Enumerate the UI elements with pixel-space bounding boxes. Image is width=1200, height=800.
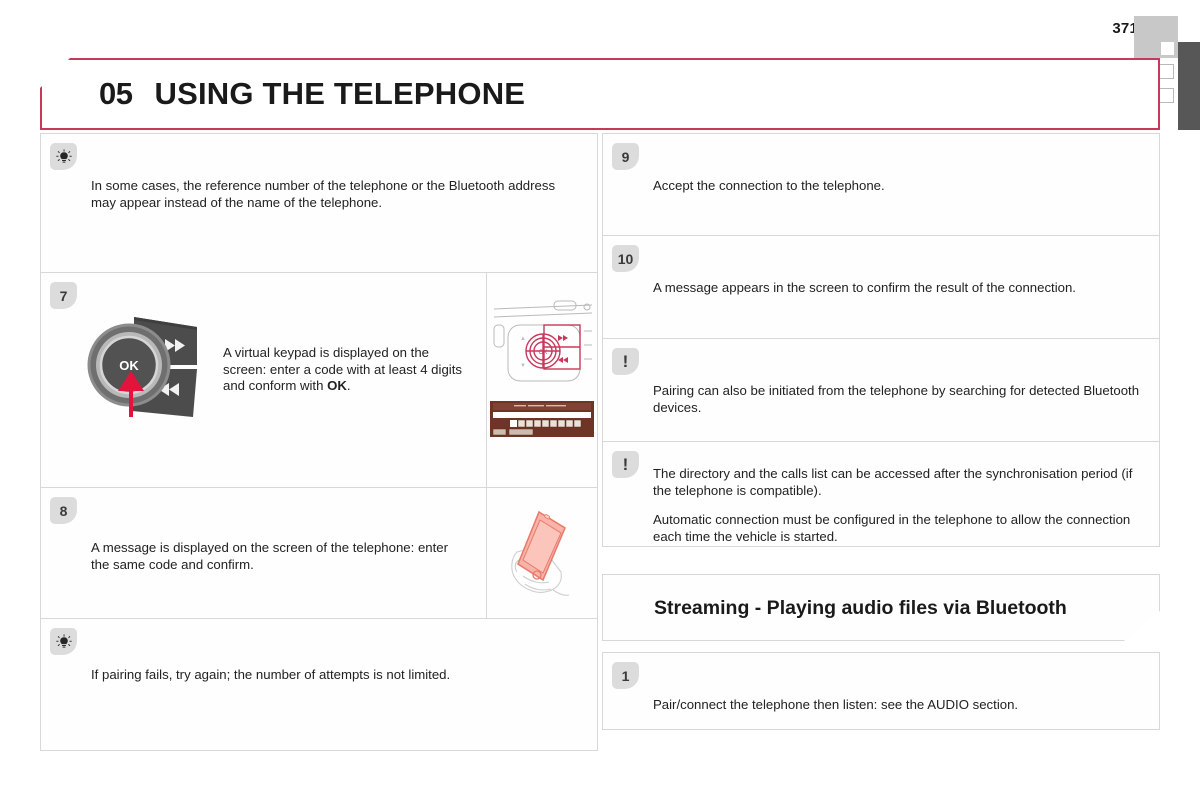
paragraph-tail: . [346,378,351,393]
radio-fascia-controls-illustration: OK ▲ ▼ [492,295,594,392]
hand-holding-telephone-illustration [505,506,583,607]
warning-card-directory-sync: ! The directory and the calls list can b… [602,442,1160,547]
paragraph: A message is displayed on the screen of … [91,540,449,572]
paragraph: Pairing can also be initiated from the t… [653,383,1140,415]
text-block: In some cases, the reference number of t… [41,134,597,231]
card-body: A message is displayed on the screen of … [41,488,597,619]
left-content-column: In some cases, the reference number of t… [40,133,598,751]
card-text: A message is displayed on the screen of … [41,488,486,619]
svg-text:▲: ▲ [520,336,526,342]
text-block: A message appears in the screen to confi… [603,236,1159,317]
card-body: Pair/connect the telephone then listen: … [603,653,1159,734]
paragraph: If pairing fails, try again; the number … [91,667,451,682]
step-card-10: 10 A message appears in the screen to co… [602,236,1160,339]
page-tab-marker-inner [1161,42,1174,55]
steering-control-ok-button-illustration: OK [87,313,213,426]
chapter-header-banner: 05 USING THE TELEPHONE [40,58,1160,130]
card-body: Pairing can also be initiated from the t… [603,339,1159,436]
paragraph-bold: OK [327,378,347,393]
step-card-streaming-1: 1 Pair/connect the telephone then listen… [602,652,1160,730]
paragraph: A message appears in the screen to confi… [653,280,1076,295]
card-text: OK A virtual keypad is displayed on the … [41,273,486,488]
page-tab-marker [1134,16,1178,58]
card-text: In some cases, the reference number of t… [41,134,597,231]
card-text: The directory and the calls list can be … [603,442,1159,557]
step-card-8: 8 A message is displayed on the screen o… [40,488,598,619]
text-block: If pairing fails, try again; the number … [41,619,597,704]
svg-text:OK: OK [539,350,548,356]
step-card-7: 7 OK A virtual keypad is displayed on th… [40,273,598,488]
step-card-9: 9 Accept the connection to the telephone… [602,133,1160,236]
card-text: Pair/connect the telephone then listen: … [603,653,1159,734]
page-side-box-marker-1 [1159,64,1174,79]
chapter-number: 05 [99,76,133,111]
warning-card-pairing-from-phone: ! Pairing can also be initiated from the… [602,339,1160,442]
svg-text:OK: OK [119,358,139,373]
paragraph: A virtual keypad is displayed on the scr… [223,345,468,395]
card-text: Pairing can also be initiated from the t… [603,339,1159,436]
section-heading-streaming: Streaming - Playing audio files via Blue… [602,574,1160,641]
card-body: Accept the connection to the telephone. [603,134,1159,215]
chapter-title-group: 05 USING THE TELEPHONE [99,76,525,112]
card-text: A message appears in the screen to confi… [603,236,1159,317]
page-side-box-marker-2 [1159,88,1174,103]
tip-card-pairing-fails: If pairing fails, try again; the number … [40,619,598,751]
paragraph: The directory and the calls list can be … [653,466,1133,498]
paragraph: Automatic connection must be configured … [653,512,1131,544]
text-block: Accept the connection to the telephone. [603,134,1159,215]
paragraph: Pair/connect the telephone then listen: … [653,697,1019,712]
section-heading-text: Streaming - Playing audio files via Blue… [654,596,1067,619]
text-block: A message is displayed on the screen of … [41,488,486,593]
card-text: If pairing fails, try again; the number … [41,619,597,704]
text-block: Pair/connect the telephone then listen: … [603,653,1159,734]
card-body: OK A virtual keypad is displayed on the … [41,273,597,488]
card-figure-column: OK ▲ ▼ [486,273,597,488]
screen-code-entry-keypad-illustration [490,401,594,442]
tip-card-reference-number: In some cases, the reference number of t… [40,133,598,273]
card-figure-column [486,488,597,619]
right-content-column: 9 Accept the connection to the telephone… [602,133,1160,730]
card-body: The directory and the calls list can be … [603,442,1159,557]
svg-text:▼: ▼ [520,363,526,369]
card-body: If pairing fails, try again; the number … [41,619,597,704]
page-edge-strip [1178,42,1200,130]
page-title: USING THE TELEPHONE [154,76,526,111]
paragraph: In some cases, the reference number of t… [91,178,556,210]
text-block: The directory and the calls list can be … [603,442,1159,557]
card-body: In some cases, the reference number of t… [41,134,597,231]
paragraph: Accept the connection to the telephone. [653,178,885,193]
text-block: Pairing can also be initiated from the t… [603,339,1159,436]
card-text: Accept the connection to the telephone. [603,134,1159,215]
section-gap-small [602,641,1160,652]
card-body: A message appears in the screen to confi… [603,236,1159,317]
